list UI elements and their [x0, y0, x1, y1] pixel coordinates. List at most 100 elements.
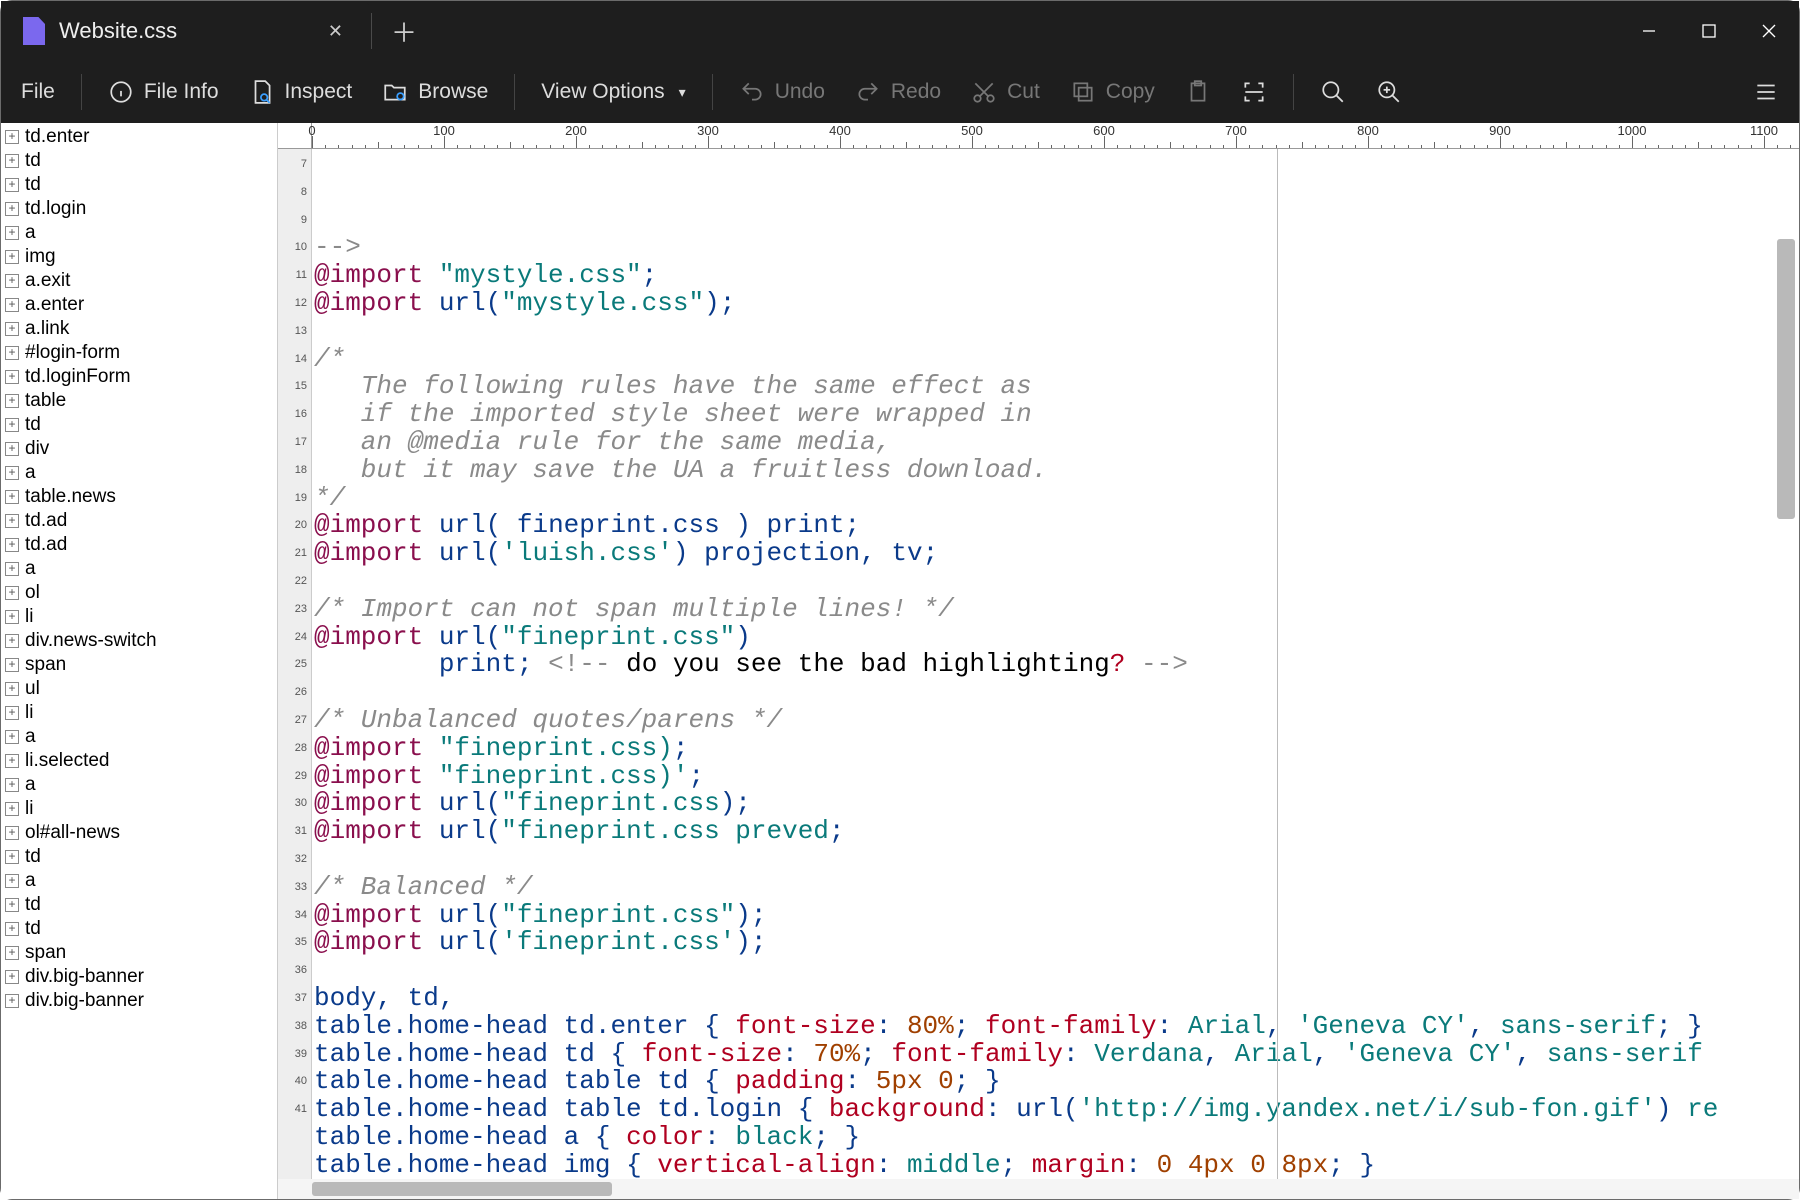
undo-button[interactable]: Undo: [725, 71, 839, 113]
expand-icon[interactable]: +: [5, 466, 19, 480]
file-tab[interactable]: Website.css ✕: [1, 1, 371, 61]
tree-item[interactable]: +#login-form: [1, 341, 277, 365]
minimize-button[interactable]: [1619, 1, 1679, 61]
tree-item[interactable]: +td: [1, 917, 277, 941]
tree-item[interactable]: +td.loginForm: [1, 365, 277, 389]
copy-button[interactable]: Copy: [1056, 71, 1169, 113]
code-line[interactable]: print; <!-- do you see the bad highlight…: [314, 651, 1799, 679]
expand-icon[interactable]: +: [5, 226, 19, 240]
tree-item[interactable]: +img: [1, 245, 277, 269]
redo-button[interactable]: Redo: [841, 71, 955, 113]
expand-icon[interactable]: +: [5, 970, 19, 984]
code-line[interactable]: table.home-head td.enter { font-size: 80…: [314, 1013, 1799, 1041]
tree-item[interactable]: +a: [1, 725, 277, 749]
code-line[interactable]: table.home-head img { vertical-align: mi…: [314, 1152, 1799, 1179]
code-line[interactable]: [314, 846, 1799, 874]
horizontal-scroll-thumb[interactable]: [312, 1182, 612, 1196]
scan-button[interactable]: [1227, 71, 1281, 113]
maximize-button[interactable]: [1679, 1, 1739, 61]
code-line[interactable]: -->: [314, 234, 1799, 262]
hamburger-menu[interactable]: [1739, 71, 1793, 113]
code-line[interactable]: @import url("mystyle.css");: [314, 290, 1799, 318]
expand-icon[interactable]: +: [5, 418, 19, 432]
expand-icon[interactable]: +: [5, 250, 19, 264]
expand-icon[interactable]: +: [5, 490, 19, 504]
tree-item[interactable]: +td: [1, 845, 277, 869]
vertical-scrollbar[interactable]: [1775, 177, 1797, 1159]
vertical-scroll-thumb[interactable]: [1777, 239, 1795, 519]
tree-item[interactable]: +td: [1, 149, 277, 173]
expand-icon[interactable]: +: [5, 178, 19, 192]
tree-item[interactable]: +a: [1, 557, 277, 581]
tree-item[interactable]: +a: [1, 461, 277, 485]
code-line[interactable]: [314, 957, 1799, 985]
cut-button[interactable]: Cut: [957, 71, 1054, 113]
tree-item[interactable]: +div.news-switch: [1, 629, 277, 653]
expand-icon[interactable]: +: [5, 322, 19, 336]
code-line[interactable]: [314, 679, 1799, 707]
outline-sidebar[interactable]: +td.enter+td+td+td.login+a+img+a.exit+a.…: [1, 123, 278, 1199]
code-line[interactable]: table.home-head a { color: black; }: [314, 1124, 1799, 1152]
expand-icon[interactable]: +: [5, 538, 19, 552]
code-line[interactable]: /* Balanced */: [314, 874, 1799, 902]
code-line[interactable]: @import url("fineprint.css"): [314, 624, 1799, 652]
paste-button[interactable]: [1171, 71, 1225, 113]
code-line[interactable]: body, td,: [314, 985, 1799, 1013]
expand-icon[interactable]: +: [5, 682, 19, 696]
expand-icon[interactable]: +: [5, 130, 19, 144]
code-line[interactable]: @import url("fineprint.css");: [314, 902, 1799, 930]
expand-icon[interactable]: +: [5, 754, 19, 768]
expand-icon[interactable]: +: [5, 826, 19, 840]
code-line[interactable]: /* Unbalanced quotes/parens */: [314, 707, 1799, 735]
expand-icon[interactable]: +: [5, 298, 19, 312]
expand-icon[interactable]: +: [5, 202, 19, 216]
tree-item[interactable]: +li: [1, 701, 277, 725]
tree-item[interactable]: +td: [1, 893, 277, 917]
code-line[interactable]: [314, 318, 1799, 346]
code-line[interactable]: table.home-head td { font-size: 70%; fon…: [314, 1041, 1799, 1069]
expand-icon[interactable]: +: [5, 922, 19, 936]
code-line[interactable]: [314, 568, 1799, 596]
tree-item[interactable]: +ul: [1, 677, 277, 701]
expand-icon[interactable]: +: [5, 394, 19, 408]
file-info-button[interactable]: File Info: [94, 71, 233, 113]
horizontal-scrollbar[interactable]: [278, 1179, 1799, 1199]
code-line[interactable]: */: [314, 485, 1799, 513]
expand-icon[interactable]: +: [5, 946, 19, 960]
expand-icon[interactable]: +: [5, 610, 19, 624]
tree-item[interactable]: +table.news: [1, 485, 277, 509]
inspect-button[interactable]: Inspect: [235, 71, 367, 113]
expand-icon[interactable]: +: [5, 442, 19, 456]
code-line[interactable]: @import url( fineprint.css ) print;: [314, 512, 1799, 540]
code-line[interactable]: table.home-head table td { padding: 5px …: [314, 1068, 1799, 1096]
editor-body[interactable]: 7891011121314151617181920212223242526272…: [278, 149, 1799, 1179]
code-line[interactable]: but it may save the UA a fruitless downl…: [314, 457, 1799, 485]
tree-item[interactable]: +li: [1, 605, 277, 629]
expand-icon[interactable]: +: [5, 706, 19, 720]
code-line[interactable]: @import url("fineprint.css);: [314, 790, 1799, 818]
file-menu[interactable]: File: [7, 72, 69, 112]
tree-item[interactable]: +span: [1, 653, 277, 677]
code-line[interactable]: @import url('luish.css') projection, tv;: [314, 540, 1799, 568]
expand-icon[interactable]: +: [5, 898, 19, 912]
tree-item[interactable]: +div.big-banner: [1, 989, 277, 1013]
expand-icon[interactable]: +: [5, 154, 19, 168]
search-button[interactable]: [1306, 71, 1360, 113]
expand-icon[interactable]: +: [5, 586, 19, 600]
tree-item[interactable]: +a: [1, 869, 277, 893]
zoom-button[interactable]: [1362, 71, 1416, 113]
browse-button[interactable]: Browse: [368, 71, 502, 113]
code-line[interactable]: if the imported style sheet were wrapped…: [314, 401, 1799, 429]
tree-item[interactable]: +li: [1, 797, 277, 821]
code-line[interactable]: The following rules have the same effect…: [314, 373, 1799, 401]
tree-item[interactable]: +td.enter: [1, 125, 277, 149]
tree-item[interactable]: +span: [1, 941, 277, 965]
expand-icon[interactable]: +: [5, 346, 19, 360]
code-line[interactable]: /*: [314, 346, 1799, 374]
code-line[interactable]: @import url('fineprint.css');: [314, 929, 1799, 957]
code-line[interactable]: an @media rule for the same media,: [314, 429, 1799, 457]
new-tab-button[interactable]: ＋: [371, 1, 437, 61]
tab-close-button[interactable]: ✕: [318, 15, 353, 48]
view-options-menu[interactable]: View Options▾: [527, 72, 699, 112]
expand-icon[interactable]: +: [5, 874, 19, 888]
